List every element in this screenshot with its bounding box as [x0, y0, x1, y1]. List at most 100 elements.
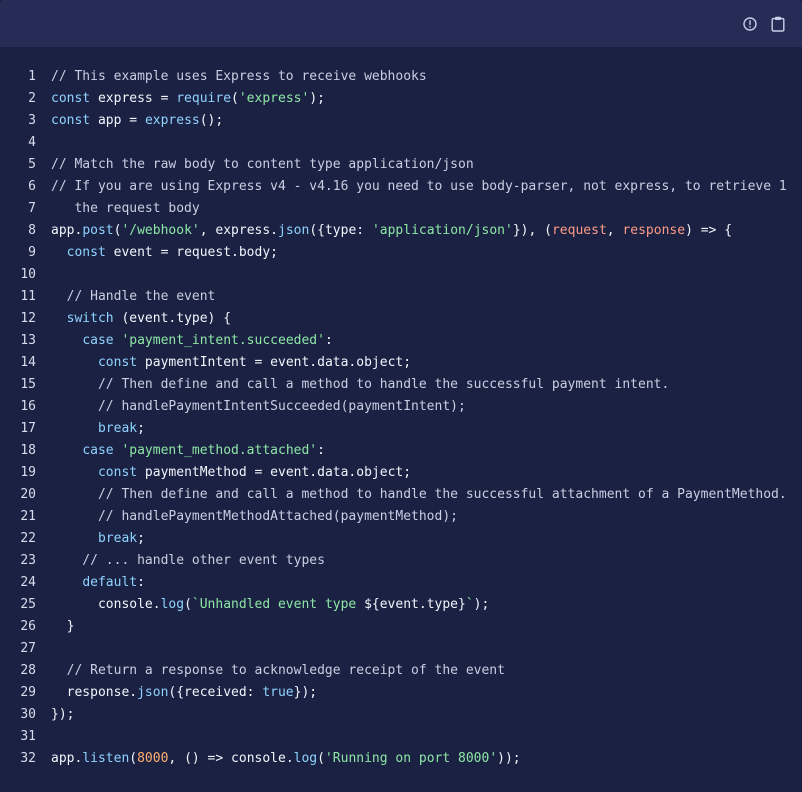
line-number: 23 [20, 553, 36, 568]
code-token: json [137, 685, 169, 700]
code-line: 17 break; [0, 418, 802, 440]
code-token: log [293, 751, 318, 766]
code-token: (); [199, 113, 224, 128]
code-token: }), ( [512, 223, 552, 238]
info-icon [743, 16, 757, 31]
code-token: // Handle the event [51, 289, 216, 304]
code-token: require [176, 91, 232, 106]
code-token: log [160, 597, 185, 612]
line-number: 26 [20, 619, 36, 634]
line-number: 21 [20, 509, 36, 524]
code-line: 2 const express = require('express'); [0, 88, 802, 110]
code-line: 13 case 'payment_intent.succeeded': [0, 330, 802, 352]
code-token: app. [51, 223, 83, 238]
code-token: case [82, 443, 114, 458]
code-token: express [144, 113, 200, 128]
code-text: // Match the raw body to content type ap… [51, 154, 802, 176]
code-line: 3 const app = express(); [0, 110, 802, 132]
code-token: const [97, 465, 138, 480]
line-number: 5 [28, 157, 36, 172]
code-token: ); [473, 597, 490, 612]
code-token: post [82, 223, 114, 238]
code-line: 18 case 'payment_method.attached': [0, 440, 802, 462]
code-token: ( [231, 91, 239, 106]
line-number: 3 [28, 113, 36, 128]
code-line: 9 const event = request.body; [0, 242, 802, 264]
code-token: 'payment_method.attached' [121, 443, 318, 458]
code-token: 'payment_intent.succeeded' [121, 333, 325, 348]
code-token: const [51, 113, 91, 128]
code-token: app = [90, 113, 145, 128]
line-number: 29 [20, 685, 36, 700]
line-number: 1 [28, 69, 36, 84]
code-token: 8000 [137, 751, 169, 766]
code-token: true [262, 685, 294, 700]
code-token: ( [129, 751, 138, 766]
code-line: 11 // Handle the event [0, 286, 802, 308]
line-number: 9 [28, 245, 36, 260]
code-token: ({received: [168, 685, 263, 700]
code-block-toolbar [0, 0, 802, 47]
code-text: // Then define and call a method to hand… [51, 484, 802, 506]
code-token: ); [309, 91, 325, 106]
code-text: // Handle the event [51, 286, 802, 308]
code-line: 21 // handlePaymentMethodAttached(paymen… [0, 506, 802, 528]
line-number: 17 [20, 421, 36, 436]
code-line: 10 [0, 264, 802, 286]
code-token: switch [66, 311, 114, 326]
line-number: 2 [28, 91, 36, 106]
line-number: 28 [20, 663, 36, 678]
code-text: default: [51, 572, 802, 594]
line-number: 32 [20, 751, 36, 766]
line-number: 13 [20, 333, 36, 348]
code-token: , () => console. [168, 751, 294, 766]
code-token: ({type: [309, 223, 372, 238]
code-token: paymentMethod = event.data.object; [137, 465, 412, 480]
code-text: // handlePaymentMethodAttached(paymentMe… [51, 506, 802, 528]
code-line: 32 app.listen(8000, () => console.log('Ru… [0, 748, 802, 770]
line-number: 20 [20, 487, 36, 502]
line-number: 18 [20, 443, 36, 458]
clipboard-icon [771, 16, 785, 32]
line-number: 8 [28, 223, 36, 238]
code-line: 27 [0, 638, 802, 660]
info-button[interactable] [742, 16, 758, 32]
code-token: request [551, 223, 607, 238]
line-number: 4 [28, 135, 36, 150]
code-token: ( [184, 597, 192, 612]
code-token: // handlePaymentIntentSucceeded(paymentI… [51, 399, 466, 414]
code-text: const express = require('express'); [51, 88, 802, 110]
line-number: 19 [20, 465, 36, 480]
code-text: response.json({received: true}); [51, 682, 802, 704]
code-token: json [278, 223, 310, 238]
code-token: default [82, 575, 138, 590]
line-number: 27 [20, 641, 36, 656]
code-text: }); [51, 704, 802, 726]
copy-button[interactable] [770, 16, 786, 32]
line-number: 14 [20, 355, 36, 370]
code-token: const [51, 91, 91, 106]
code-listing: 1 // This example uses Express to receive… [0, 66, 802, 770]
code-text: app.post('/webhook', express.json({type:… [51, 220, 802, 242]
line-number: 16 [20, 399, 36, 414]
code-line: 30}); [0, 704, 802, 726]
line-number: 11 [20, 289, 36, 304]
code-token: console. [51, 597, 161, 612]
code-line: 16 // handlePaymentIntentSucceeded(payme… [0, 396, 802, 418]
code-token: : [137, 575, 145, 590]
code-token: , express. [199, 223, 279, 238]
code-token: ` [465, 597, 474, 612]
code-line: 31 [0, 726, 802, 748]
code-token: : [324, 333, 333, 348]
line-number: 25 [20, 597, 36, 612]
code-token: ( [317, 751, 325, 766]
code-line: 5 // Match the raw body to content type a… [0, 154, 802, 176]
code-line: 6 // If you are using Express v4 - v4.16 … [0, 176, 802, 198]
